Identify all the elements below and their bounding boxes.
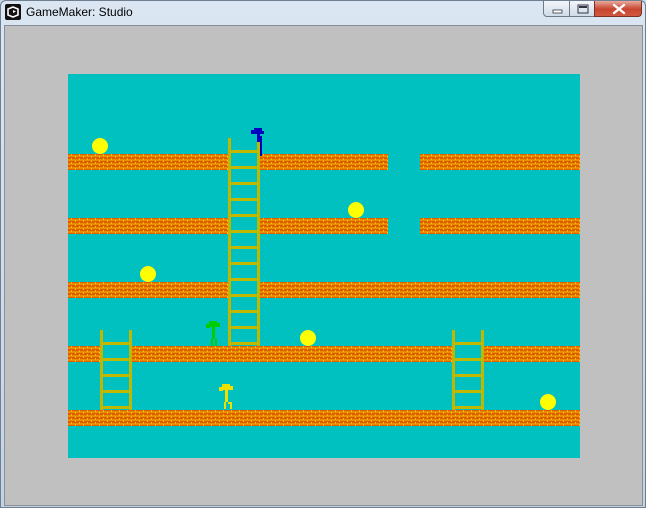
minimize-button[interactable]: [543, 1, 570, 17]
close-button[interactable]: [594, 1, 642, 17]
window-title: GameMaker: Studio: [26, 5, 133, 19]
enemy-character-green: [206, 321, 220, 346]
ladder: [228, 138, 260, 346]
close-icon: [612, 3, 626, 15]
application-window: GameMaker: Studio: [0, 0, 646, 508]
brick-platform: [68, 282, 228, 298]
game-canvas[interactable]: [68, 74, 580, 458]
ladder: [100, 330, 132, 410]
game-scene[interactable]: [68, 74, 580, 458]
minimize-icon: [552, 9, 563, 14]
coin: [540, 394, 556, 410]
brick-platform: [260, 282, 580, 298]
brick-platform: [68, 218, 228, 234]
brick-platform: [68, 346, 100, 362]
coin: [140, 266, 156, 282]
coin: [300, 330, 316, 346]
brick-platform: [132, 346, 452, 362]
gamemaker-logo-icon: [5, 4, 21, 20]
maximize-icon: [577, 4, 589, 14]
coin: [348, 202, 364, 218]
ladder: [452, 330, 484, 410]
brick-platform: [68, 154, 228, 170]
brick-platform: [420, 154, 580, 170]
coin: [92, 138, 108, 154]
brick-platform: [420, 218, 580, 234]
brick-platform: [260, 154, 388, 170]
brick-platform: [68, 410, 580, 426]
brick-platform: [484, 346, 580, 362]
title-bar[interactable]: GameMaker: Studio: [1, 1, 645, 23]
enemy-character-yellow: [219, 384, 233, 409]
maximize-button[interactable]: [569, 1, 595, 17]
brick-platform: [260, 218, 388, 234]
